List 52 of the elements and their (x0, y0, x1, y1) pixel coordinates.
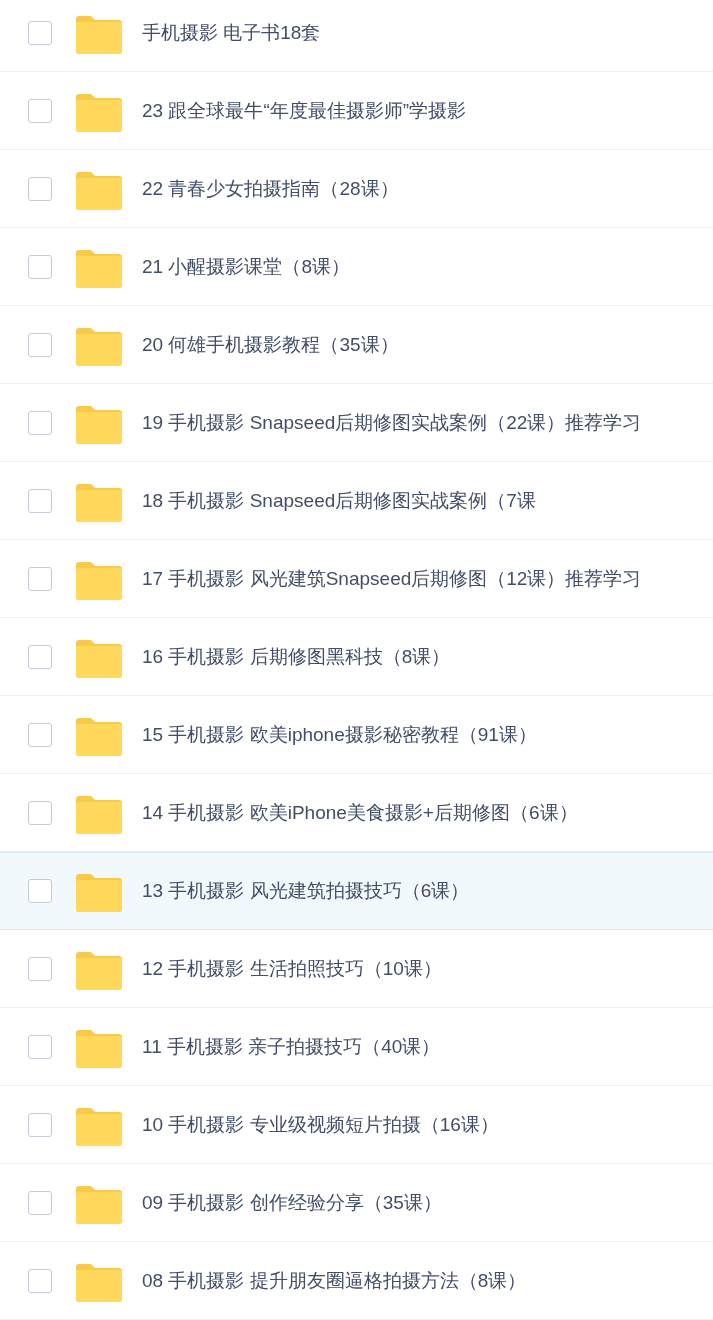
file-row[interactable]: 13 手机摄影 风光建筑拍摄技巧（6课） (0, 852, 713, 930)
folder-icon (76, 561, 122, 600)
folder-icon (76, 327, 122, 366)
checkbox[interactable] (28, 566, 52, 591)
folder-icon (76, 249, 122, 288)
checkbox[interactable] (28, 98, 52, 123)
folder-name: 15 手机摄影 欧美iphone摄影秘密教程（91课） (142, 722, 537, 747)
folder-icon (76, 1107, 122, 1146)
folder-name: 手机摄影 电子书18套 (142, 20, 321, 45)
checkbox[interactable] (28, 644, 52, 669)
checkbox[interactable] (28, 1268, 52, 1293)
folder-name: 22 青春少女拍摄指南（28课） (142, 176, 399, 201)
folder-name: 23 跟全球最牛“年度最佳摄影师”学摄影 (142, 98, 467, 123)
folder-name: 17 手机摄影 风光建筑Snapseed后期修图（12课）推荐学习 (142, 566, 642, 591)
checkbox[interactable] (28, 488, 52, 513)
folder-name: 20 何雄手机摄影教程（35课） (142, 332, 399, 357)
folder-name: 18 手机摄影 Snapseed后期修图实战案例（7课 (142, 488, 536, 513)
folder-name: 11 手机摄影 亲子拍摄技巧（40课） (142, 1034, 441, 1059)
folder-icon (76, 171, 122, 210)
checkbox[interactable] (28, 176, 52, 201)
folder-icon (76, 93, 122, 132)
folder-icon (76, 1185, 122, 1224)
folder-name: 16 手机摄影 后期修图黑科技（8课） (142, 644, 451, 669)
folder-icon (76, 405, 122, 444)
checkbox[interactable] (28, 878, 52, 903)
folder-name: 09 手机摄影 创作经验分享（35课） (142, 1190, 442, 1215)
folder-name: 12 手机摄影 生活拍照技巧（10课） (142, 956, 442, 981)
checkbox[interactable] (28, 20, 52, 45)
checkbox[interactable] (28, 1190, 52, 1215)
checkbox[interactable] (28, 722, 52, 747)
folder-icon (76, 717, 122, 756)
folder-icon (76, 795, 122, 834)
folder-icon (76, 639, 122, 678)
folder-icon (76, 951, 122, 990)
folder-name: 10 手机摄影 专业级视频短片拍摄（16课） (142, 1112, 499, 1137)
checkbox[interactable] (28, 956, 52, 981)
checkbox[interactable] (28, 410, 52, 435)
folder-icon (76, 483, 122, 522)
folder-icon (76, 873, 122, 912)
folder-icon (76, 15, 122, 54)
folder-name: 13 手机摄影 风光建筑拍摄技巧（6课） (142, 878, 470, 903)
checkbox[interactable] (28, 1034, 52, 1059)
folder-icon (76, 1029, 122, 1068)
checkbox[interactable] (28, 800, 52, 825)
folder-name: 21 小醒摄影课堂（8课） (142, 254, 350, 279)
folder-name: 08 手机摄影 提升朋友圈逼格拍摄方法（8课） (142, 1268, 527, 1293)
folder-name: 19 手机摄影 Snapseed后期修图实战案例（22课）推荐学习 (142, 410, 642, 435)
checkbox[interactable] (28, 1112, 52, 1137)
checkbox[interactable] (28, 332, 52, 357)
folder-icon (76, 1263, 122, 1302)
folder-name: 14 手机摄影 欧美iPhone美食摄影+后期修图（6课） (142, 800, 578, 825)
checkbox[interactable] (28, 254, 52, 279)
